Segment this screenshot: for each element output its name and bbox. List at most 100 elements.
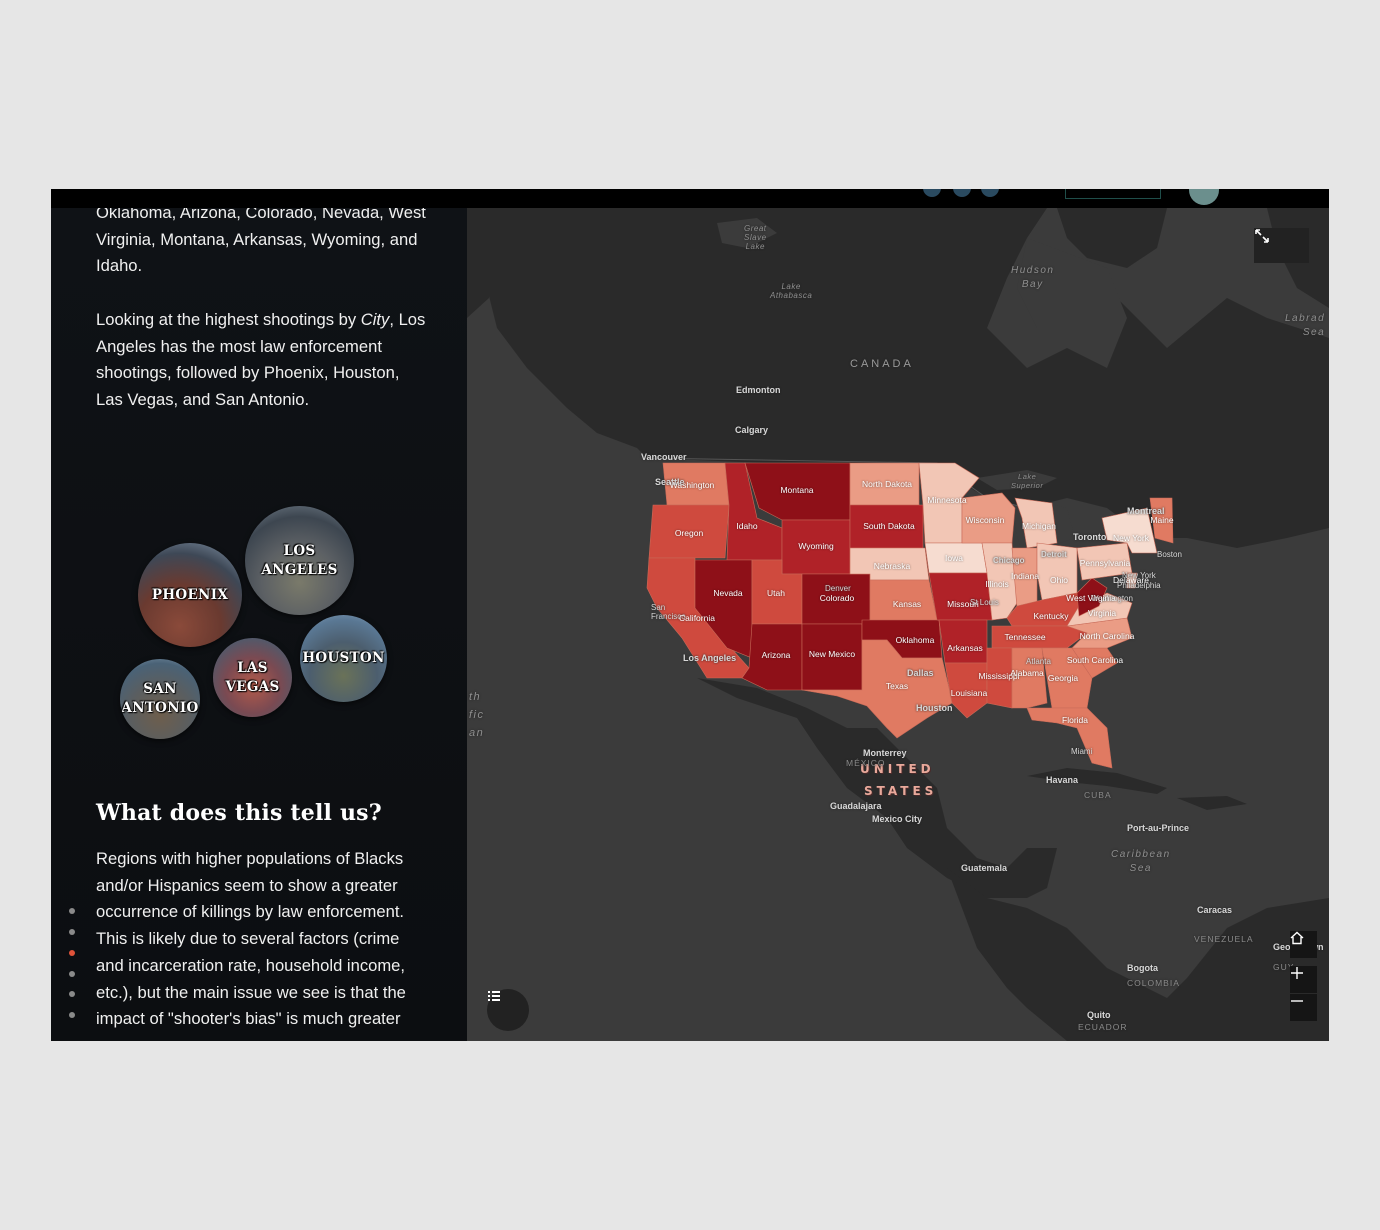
state-label: Utah xyxy=(767,588,785,598)
label-mexico-city: Mexico City xyxy=(872,814,923,824)
city-bubble-las-vegas: LAS VEGAS xyxy=(213,638,292,717)
state-label: Idaho xyxy=(736,521,758,531)
label-labrador-sea: Labrad Sea xyxy=(1285,313,1326,338)
home-icon xyxy=(1290,931,1304,945)
section-nav-dot[interactable] xyxy=(69,991,75,997)
zoom-in-button[interactable] xyxy=(1290,966,1317,993)
minus-icon xyxy=(1291,1000,1303,1002)
state-label: New York xyxy=(1113,533,1149,543)
label-atlanta: Atlanta xyxy=(1026,657,1051,666)
us-states-layer[interactable] xyxy=(467,208,1329,1041)
label-detroit: Detroit xyxy=(1041,550,1067,559)
city-bubble-phoenix: PHOENIX xyxy=(138,543,242,647)
label-lake-athabasca: Lake Athabasca xyxy=(770,282,813,300)
state-label: Delaware xyxy=(1113,575,1149,585)
state-label: Florida xyxy=(1062,715,1088,725)
home-button[interactable] xyxy=(1290,931,1317,958)
paragraph-states: Oklahoma, Arizona, Colorado, Nevada, Wes… xyxy=(96,208,426,276)
state-label: Oregon xyxy=(674,528,704,538)
state-label: Montana xyxy=(780,485,814,495)
state-arkansas[interactable] xyxy=(938,619,988,664)
label-lake-superior: Lake Superior xyxy=(1011,472,1044,490)
label-dallas: Dallas xyxy=(907,668,934,678)
label-miami: Miami xyxy=(1071,747,1093,756)
state-label: South Carolina xyxy=(1066,655,1124,665)
section-nav-dot[interactable] xyxy=(69,1012,75,1018)
state-label: Kentucky xyxy=(1033,611,1069,621)
state-label: South Dakota xyxy=(863,521,915,531)
state-label: Nebraska xyxy=(873,561,911,571)
label-guadalajara: Guadalajara xyxy=(830,801,882,811)
list-icon xyxy=(488,991,500,1001)
legend-button[interactable] xyxy=(487,989,529,1031)
state-label: North Carolina xyxy=(1079,631,1135,641)
label-monterrey: Monterrey xyxy=(863,748,907,758)
header-bar xyxy=(51,189,1329,208)
label-cuba: CUBA xyxy=(1084,790,1112,800)
story-frame: Oklahoma, Arizona, Colorado, Nevada, Wes… xyxy=(51,189,1329,1041)
state-label: Wyoming xyxy=(798,541,834,551)
avatar[interactable] xyxy=(1189,189,1219,205)
header-nav-dot[interactable] xyxy=(923,189,941,197)
state-label: Tennessee xyxy=(1004,632,1046,642)
section-nav-dot-active[interactable] xyxy=(69,950,75,956)
header-nav-dot[interactable] xyxy=(953,189,971,197)
label-canada: CANADA xyxy=(850,358,914,370)
plus-icon xyxy=(1291,967,1303,979)
state-label: Pennsylvania xyxy=(1079,558,1131,568)
label-havana: Havana xyxy=(1046,775,1079,785)
state-label: West Virginia xyxy=(1066,593,1116,603)
state-label: Indiana xyxy=(1011,571,1039,581)
header-button[interactable] xyxy=(1065,189,1161,199)
state-label: Kansas xyxy=(892,599,922,609)
choropleth-map[interactable]: Great Slave Lake Lake Athabasca Hudson Bay L… xyxy=(467,208,1329,1041)
state-label: Oklahoma xyxy=(895,635,935,645)
label-edmonton: Edmonton xyxy=(736,385,781,395)
paragraph-conclusion: Regions with higher populations of Black… xyxy=(96,849,406,1029)
section-nav-dot[interactable] xyxy=(69,908,75,914)
state-label: Louisiana xyxy=(950,688,988,698)
label-great-slave-lake: Great Slave Lake xyxy=(744,224,767,251)
label-hudson-bay: Hudson Bay xyxy=(1011,265,1055,290)
label-vancouver: Vancouver xyxy=(641,452,687,462)
label-mexico: MÉXICO xyxy=(846,758,886,768)
city-bubble-los-angeles: LOS ANGELES xyxy=(245,506,354,615)
label-quito: Quito xyxy=(1087,1010,1111,1020)
state-missouri[interactable] xyxy=(928,572,993,621)
city-bubble-houston: HOUSTON xyxy=(300,615,387,702)
state-label: Nevada xyxy=(713,588,743,598)
state-label: North Dakota xyxy=(861,479,913,489)
label-chicago: Chicago xyxy=(993,556,1025,565)
label-caracas: Caracas xyxy=(1197,905,1233,915)
state-label: Colorado xyxy=(819,593,855,603)
section-heading: What does this tell us? xyxy=(96,800,382,826)
label-venezuela: VENEZUELA xyxy=(1194,934,1254,944)
label-denver: Denver xyxy=(825,584,851,593)
zoom-out-button[interactable] xyxy=(1290,994,1317,1021)
state-label: Washington xyxy=(669,480,715,490)
label-guatemala: Guatemala xyxy=(961,863,1008,873)
state-label: Illinois xyxy=(985,579,1009,589)
state-label: New Mexico xyxy=(808,649,856,659)
label-colombia: COLOMBIA xyxy=(1127,978,1180,988)
label-los-angeles: Los Angeles xyxy=(683,653,737,663)
label-georgetown-fragment: Geo xyxy=(1273,942,1291,952)
label-houston: Houston xyxy=(916,703,953,713)
state-label: Iowa xyxy=(945,553,963,563)
state-label: Ohio xyxy=(1050,575,1068,585)
state-label: Wisconsin xyxy=(965,515,1005,525)
city-bubble-san-antonio: SAN ANTONIO xyxy=(120,659,200,739)
paragraph-cities: Looking at the highest shootings by City… xyxy=(96,310,426,410)
label-bogota: Bogota xyxy=(1127,963,1158,973)
expand-button[interactable] xyxy=(1254,228,1309,263)
state-label: California xyxy=(679,613,715,623)
section-nav-dot[interactable] xyxy=(69,971,75,977)
label-caribbean-sea: Caribbean Sea xyxy=(1111,849,1171,874)
state-label: Georgia xyxy=(1047,673,1079,683)
header-nav-dot[interactable] xyxy=(981,189,999,197)
state-label: Virginia xyxy=(1087,608,1117,618)
label-ecuador: ECUADOR xyxy=(1078,1022,1128,1032)
section-nav-dot[interactable] xyxy=(69,929,75,935)
label-toronto: Toronto xyxy=(1073,532,1107,542)
state-label: Texas xyxy=(885,681,909,691)
